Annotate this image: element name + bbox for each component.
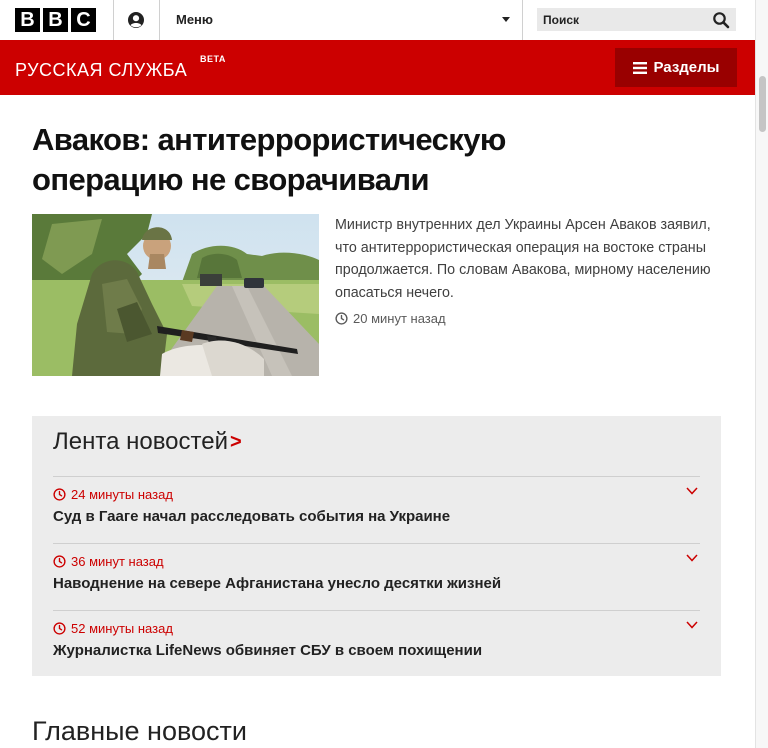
search-input[interactable] <box>537 8 713 31</box>
logo-letter-b1: B <box>15 8 40 32</box>
chevron-right-icon: > <box>230 430 242 453</box>
account-button[interactable] <box>114 0 158 40</box>
top-stories-heading[interactable]: Главные новости <box>32 716 247 747</box>
item-title[interactable]: Суд в Гааге начал расследовать события н… <box>53 508 450 525</box>
story-timestamp: 20 минут назад <box>335 311 446 326</box>
item-timestamp: 36 минут назад <box>53 554 164 569</box>
hamburger-icon <box>632 61 647 74</box>
scrollbar-thumb[interactable] <box>759 76 766 132</box>
logo-letter-b2: B <box>43 8 68 32</box>
scrollbar[interactable] <box>755 0 768 748</box>
service-banner: РУССКАЯ СЛУЖБА BETA Разделы <box>0 40 755 95</box>
story-summary: Министр внутренних дел Украины Арсен Ава… <box>335 217 711 301</box>
user-icon <box>128 12 144 28</box>
bbc-logo[interactable]: B B C <box>15 8 96 32</box>
search-icon[interactable] <box>712 11 730 29</box>
logo-letter-c: C <box>71 8 96 32</box>
page-title[interactable]: Аваков: антитеррористическую операцию не… <box>32 120 632 200</box>
item-time-text: 36 минут назад <box>71 554 164 569</box>
clock-icon <box>335 312 348 325</box>
item-title[interactable]: Наводнение на севере Афганистана унесло … <box>53 575 501 592</box>
item-time-text: 52 минуты назад <box>71 621 173 636</box>
item-timestamp: 52 минуты назад <box>53 621 173 636</box>
chevron-down-icon[interactable] <box>686 621 698 629</box>
sections-label: Разделы <box>653 59 720 76</box>
item-time-text: 24 минуты назад <box>71 487 173 502</box>
clock-icon <box>53 622 66 635</box>
chevron-down-icon[interactable] <box>686 487 698 495</box>
divider <box>522 0 523 40</box>
service-title[interactable]: РУССКАЯ СЛУЖБА <box>15 60 187 81</box>
top-bar: B B C Меню <box>0 0 755 41</box>
chevron-down-icon[interactable] <box>686 554 698 562</box>
caret-down-icon <box>502 17 510 22</box>
beta-badge: BETA <box>200 54 226 64</box>
feed-item[interactable]: 24 минуты назад Суд в Гааге начал рассле… <box>53 476 700 535</box>
feed-heading[interactable]: Лента новостей > <box>53 428 242 456</box>
feed-item[interactable]: 36 минут назад Наводнение на севере Афга… <box>53 543 700 602</box>
clock-icon <box>53 488 66 501</box>
item-timestamp: 24 минуты назад <box>53 487 173 502</box>
feed-title: Лента новостей <box>53 428 228 455</box>
item-title[interactable]: Журналистка LifeNews обвиняет СБУ в свое… <box>53 642 482 659</box>
menu-label: Меню <box>176 12 214 27</box>
story-image[interactable] <box>32 214 319 376</box>
timestamp-text: 20 минут назад <box>353 311 446 326</box>
news-feed: Лента новостей > 24 минуты назад Суд в Г… <box>32 416 721 676</box>
search-box <box>537 8 736 31</box>
feed-item[interactable]: 52 минуты назад Журналистка LifeNews обв… <box>53 610 700 669</box>
menu-button[interactable]: Меню <box>160 0 522 40</box>
clock-icon <box>53 555 66 568</box>
sections-button[interactable]: Разделы <box>615 48 737 87</box>
